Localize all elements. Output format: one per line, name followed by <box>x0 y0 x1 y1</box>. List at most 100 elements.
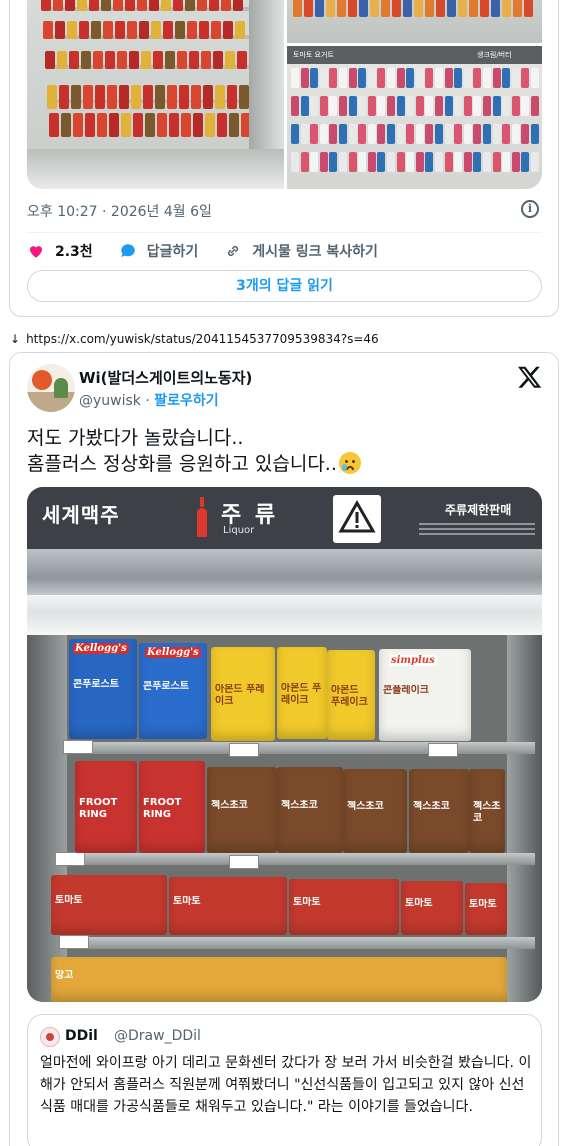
ramen-product <box>125 0 135 11</box>
shelf <box>65 937 535 949</box>
dairy-product <box>358 152 367 172</box>
ramen-product <box>47 85 57 109</box>
x-logo-icon[interactable] <box>517 364 543 390</box>
dairy-product <box>435 124 443 144</box>
dairy-product <box>425 68 434 88</box>
dairy-product <box>492 152 501 172</box>
ramen-product <box>175 21 185 39</box>
ramen-product <box>89 0 99 11</box>
dairy-product <box>300 152 309 172</box>
product-box: 첵스초코 <box>409 769 469 853</box>
url-line: ↓ https://x.com/yuwisk/status/2041154537… <box>10 332 379 346</box>
ramen-product <box>169 113 179 137</box>
ramen-product <box>237 51 247 69</box>
dairy-product <box>406 68 415 88</box>
ramen-product <box>143 85 153 109</box>
dairy-product <box>339 124 347 144</box>
ramen-product <box>71 85 81 109</box>
tweet-photo-2[interactable] <box>287 0 542 43</box>
dairy-product <box>377 96 386 116</box>
like-button[interactable]: 2.3천 <box>27 241 93 261</box>
dairy-product <box>521 124 530 144</box>
read-replies-button[interactable]: 3개의 답글 읽기 <box>27 270 542 302</box>
tweet-timestamp[interactable]: 오후 10:27 · 2026년 4월 6일 <box>27 201 212 221</box>
download-arrow-icon: ↓ <box>10 332 21 346</box>
product-label: 첵스초코 <box>413 801 450 812</box>
shelf-sign-right: 생크림/버터 <box>477 51 512 59</box>
ramen-product <box>239 85 249 109</box>
ramen-product <box>187 21 197 39</box>
dairy-product <box>310 124 319 144</box>
reply-button[interactable]: 답글하기 <box>119 241 198 261</box>
ramen-product <box>77 0 87 11</box>
product-label: 토마토 <box>173 896 201 907</box>
shelf-product <box>326 0 335 17</box>
tweet-text-line1: 저도 가봤다가 놀랐습니다.. <box>27 427 244 449</box>
info-icon[interactable]: i <box>521 200 539 218</box>
ramen-product <box>235 21 245 39</box>
product-label: FROOT RING <box>79 797 118 820</box>
ramen-product <box>79 21 89 39</box>
dairy-product <box>319 96 328 116</box>
ramen-product <box>131 85 141 109</box>
quote-display-name[interactable]: DDil <box>65 1028 98 1044</box>
follow-button[interactable]: 팔로우하기 <box>154 393 218 409</box>
tweet-url-link[interactable]: https://x.com/yuwisk/status/204115453770… <box>26 332 379 346</box>
dairy-product <box>300 68 309 88</box>
product-box: 아몬드 푸레이크 <box>277 647 327 739</box>
tweet-photo-3[interactable]: 토마토 요거트 생크림/버터 <box>287 46 542 189</box>
warning-sign <box>333 495 381 543</box>
tweet-photo-store-shelf[interactable]: 세계맥주 주 류 Liquor 주류제한판매 콘푸로스트 콘푸로스트 아몬드 푸… <box>27 487 542 1002</box>
ramen-product <box>139 21 149 39</box>
ramen-product <box>101 0 111 11</box>
dairy-product <box>415 68 424 88</box>
quote-avatar[interactable] <box>40 1027 60 1047</box>
dairy-product <box>291 68 299 88</box>
product-box: 토마토 <box>51 875 167 935</box>
ramen-product <box>127 21 137 39</box>
ramen-product <box>141 51 151 69</box>
ramen-product <box>177 51 187 69</box>
price-tag <box>229 855 259 869</box>
quote-handle[interactable]: @Draw_DDil <box>114 1028 201 1044</box>
product-label: 토마토 <box>405 898 433 909</box>
store-sign-bar: 세계맥주 주 류 Liquor 주류제한판매 <box>27 487 542 549</box>
tweet-photo-grid[interactable]: 토마토 요거트 생크림/버터 <box>27 0 542 189</box>
divider <box>27 232 542 233</box>
tweet-photo-1[interactable] <box>27 0 284 189</box>
ramen-product <box>43 21 53 39</box>
ramen-product <box>49 113 59 137</box>
avatar[interactable] <box>27 364 75 412</box>
ramen-product <box>103 21 113 39</box>
dairy-product <box>415 124 424 144</box>
quoted-tweet[interactable]: DDil @Draw_DDil 얼마전에 와이프랑 아기 데리고 문화센터 갔다… <box>27 1014 542 1146</box>
dairy-product <box>329 152 338 172</box>
dairy-product <box>531 124 539 144</box>
dairy-product <box>348 68 357 88</box>
product-box: 토마토 <box>401 881 463 935</box>
ramen-product <box>69 51 79 69</box>
dairy-product <box>339 96 347 116</box>
shelf-product <box>337 0 346 17</box>
product-box: 토마토 <box>169 877 287 935</box>
product-label: 토마토 <box>293 897 321 908</box>
dairy-product <box>492 68 501 88</box>
shelf-product <box>293 0 302 17</box>
dairy-product <box>463 124 472 144</box>
ramen-product <box>229 113 239 137</box>
dairy-product <box>329 96 338 116</box>
shelf-product <box>502 0 511 17</box>
copy-link-button[interactable]: 게시물 링크 복사하기 <box>224 241 378 261</box>
product-label: 아몬드 푸레이크 <box>331 685 368 708</box>
dairy-product <box>367 124 376 144</box>
shelf-product <box>315 0 324 17</box>
ramen-product <box>167 85 177 109</box>
shelf-product <box>436 0 445 17</box>
wine-bottle-icon <box>197 497 207 537</box>
ramen-product <box>201 51 211 69</box>
price-tag <box>63 740 93 754</box>
shelf-product <box>480 0 489 17</box>
display-name[interactable]: Wi(발더스게이트의노동자) <box>79 367 252 388</box>
user-handle[interactable]: @yuwisk <box>79 393 141 409</box>
sign-liquor-en: Liquor <box>223 525 255 536</box>
